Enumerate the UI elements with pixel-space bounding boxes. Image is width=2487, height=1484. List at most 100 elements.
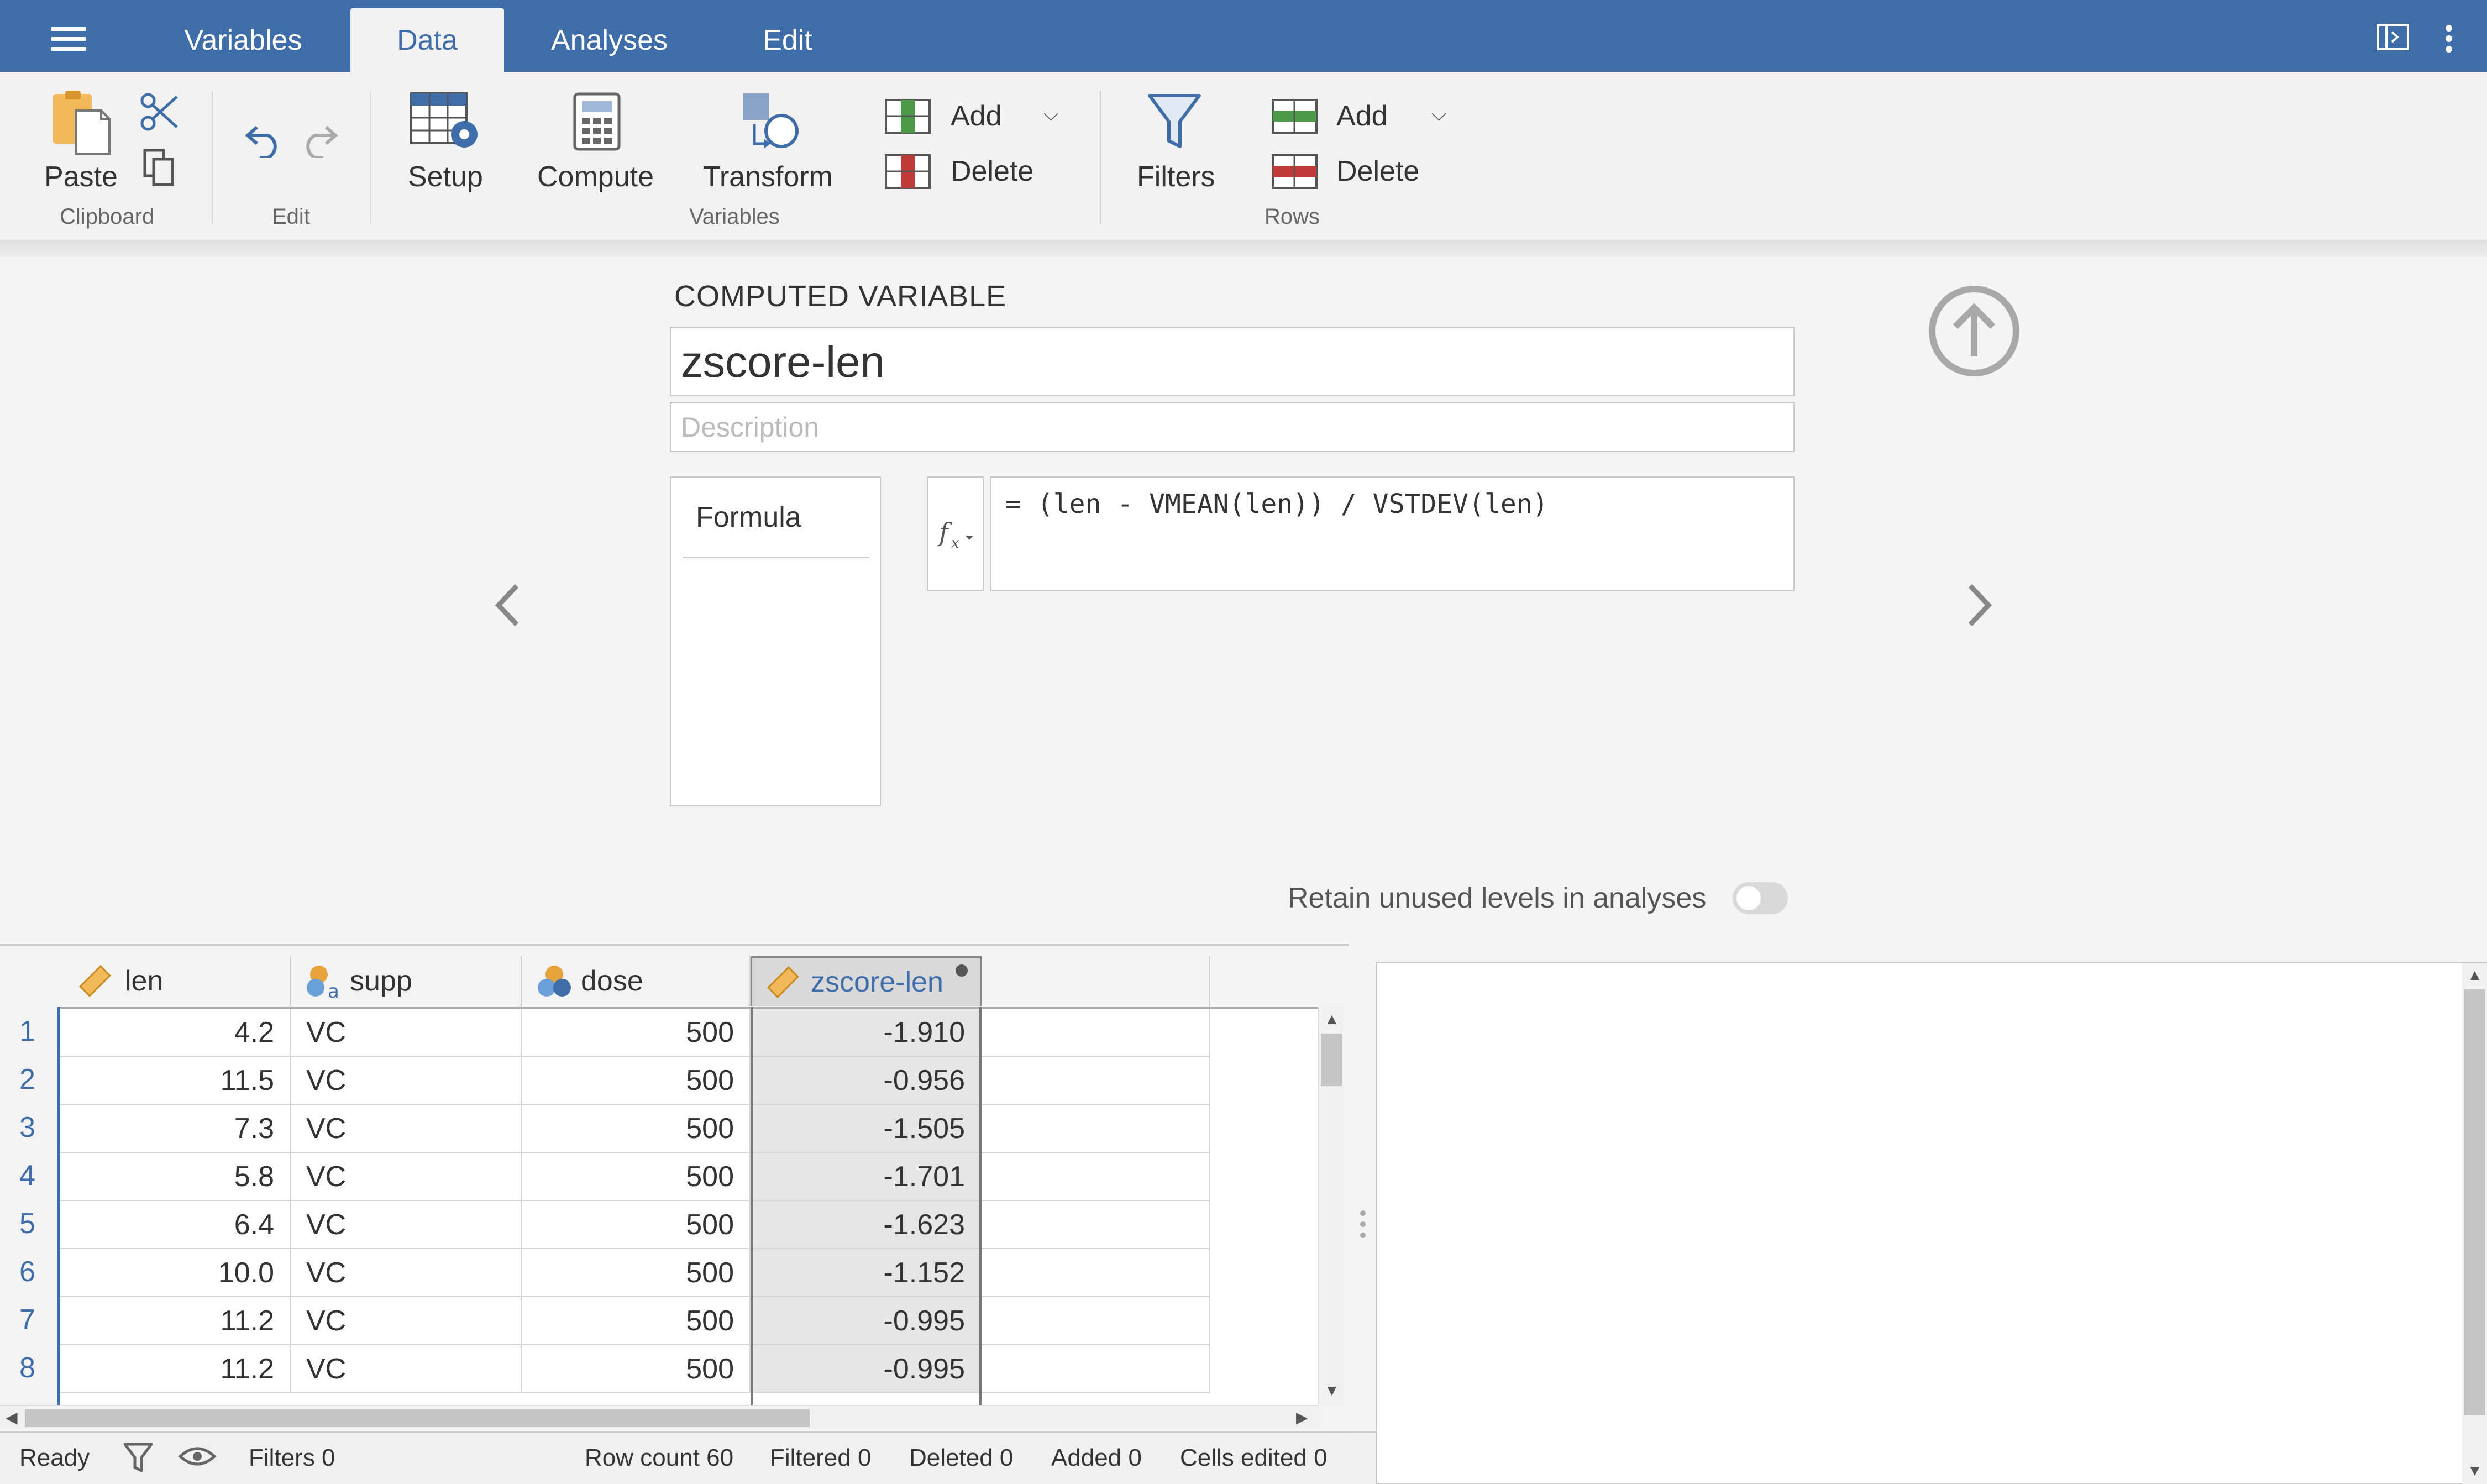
column-header-empty[interactable] xyxy=(982,956,1210,1006)
row-number[interactable]: 2 xyxy=(0,1055,58,1103)
scroll-down-icon[interactable]: ▼ xyxy=(1324,1382,1340,1399)
cell-supp[interactable]: VC xyxy=(291,1057,522,1105)
results-scroll-thumb[interactable] xyxy=(2464,989,2485,1415)
hamburger-menu-icon[interactable] xyxy=(44,19,94,58)
tab-variables[interactable]: Variables xyxy=(160,8,326,72)
cell-empty[interactable] xyxy=(982,1009,1210,1057)
cell-supp[interactable]: VC xyxy=(291,1105,522,1153)
compute-label[interactable]: Compute xyxy=(537,160,654,193)
formula-input[interactable]: = (len - VMEAN(len)) / VSTDEV(len) xyxy=(990,476,1795,591)
filters-label[interactable]: Filters xyxy=(1137,160,1215,193)
next-variable-icon[interactable] xyxy=(1956,575,2001,636)
cell-dose[interactable]: 500 xyxy=(522,1297,751,1345)
previous-variable-icon[interactable] xyxy=(486,575,531,636)
cell-zscore-len[interactable]: -0.995 xyxy=(751,1297,982,1345)
formula-list-item[interactable]: Formula xyxy=(696,501,801,534)
cell-zscore-len[interactable]: -1.623 xyxy=(751,1201,982,1249)
cell-zscore-len[interactable]: -1.505 xyxy=(751,1105,982,1153)
cell-len[interactable]: 11.2 xyxy=(60,1345,291,1393)
row-number[interactable]: 5 xyxy=(0,1199,58,1247)
tab-analyses[interactable]: Analyses xyxy=(525,8,694,72)
row-number[interactable]: 8 xyxy=(0,1344,58,1392)
column-header-zscore-len[interactable]: zscore-len xyxy=(751,956,982,1006)
cell-supp[interactable]: VC xyxy=(291,1153,522,1201)
cell-empty[interactable] xyxy=(982,1345,1210,1393)
cell-zscore-len[interactable]: -0.995 xyxy=(751,1345,982,1393)
cell-supp[interactable]: VC xyxy=(291,1009,522,1057)
cell-len[interactable]: 7.3 xyxy=(60,1105,291,1153)
cell-empty[interactable] xyxy=(982,1201,1210,1249)
grid-horizontal-scroll-thumb[interactable] xyxy=(25,1409,810,1427)
filters-funnel-icon[interactable] xyxy=(1147,91,1202,152)
add-row-icon[interactable] xyxy=(1271,98,1318,134)
cell-len[interactable]: 4.2 xyxy=(60,1009,291,1057)
cut-icon[interactable] xyxy=(138,91,180,133)
add-variable-icon[interactable] xyxy=(884,98,931,134)
cell-len[interactable]: 11.2 xyxy=(60,1297,291,1345)
cell-len[interactable]: 6.4 xyxy=(60,1201,291,1249)
transform-icon[interactable] xyxy=(741,91,801,155)
column-header-supp[interactable]: a supp xyxy=(291,956,522,1006)
cell-empty[interactable] xyxy=(982,1297,1210,1345)
copy-icon[interactable] xyxy=(143,148,176,187)
cell-empty[interactable] xyxy=(982,1249,1210,1297)
cell-dose[interactable]: 500 xyxy=(522,1009,751,1057)
cell-dose[interactable]: 500 xyxy=(522,1153,751,1201)
delete-row-label[interactable]: Delete xyxy=(1336,155,1419,188)
cell-supp[interactable]: VC xyxy=(291,1297,522,1345)
cell-supp[interactable]: VC xyxy=(291,1345,522,1393)
more-options-icon[interactable] xyxy=(2437,22,2459,55)
column-header-dose[interactable]: dose xyxy=(522,956,751,1006)
transform-label[interactable]: Transform xyxy=(703,160,833,193)
panel-splitter-handle[interactable] xyxy=(1349,944,1376,1484)
cell-dose[interactable]: 500 xyxy=(522,1201,751,1249)
cell-zscore-len[interactable]: -1.152 xyxy=(751,1249,982,1297)
chevron-down-icon[interactable]: ⌵ xyxy=(1431,102,1446,126)
cell-len[interactable]: 5.8 xyxy=(60,1153,291,1201)
paste-label[interactable]: Paste xyxy=(44,160,118,193)
row-number[interactable]: 4 xyxy=(0,1151,58,1199)
cell-len[interactable]: 11.5 xyxy=(60,1057,291,1105)
undo-icon[interactable] xyxy=(243,119,285,158)
filter-status-icon[interactable] xyxy=(122,1440,155,1473)
scroll-right-icon[interactable]: ▶ xyxy=(1296,1408,1308,1427)
cell-dose[interactable]: 500 xyxy=(522,1105,751,1153)
cell-supp[interactable]: VC xyxy=(291,1201,522,1249)
retain-unused-levels-toggle[interactable] xyxy=(1733,882,1788,914)
description-input[interactable] xyxy=(670,402,1795,452)
function-picker-button[interactable]: f x xyxy=(927,476,984,591)
cell-empty[interactable] xyxy=(982,1057,1210,1105)
delete-variable-label[interactable]: Delete xyxy=(951,155,1033,188)
delete-row-icon[interactable] xyxy=(1271,154,1318,190)
visibility-eye-icon[interactable] xyxy=(178,1444,217,1469)
row-number[interactable]: 7 xyxy=(0,1296,58,1344)
scroll-down-icon[interactable]: ▼ xyxy=(2467,1462,2483,1480)
setup-label[interactable]: Setup xyxy=(408,160,483,193)
cell-empty[interactable] xyxy=(982,1153,1210,1201)
chevron-down-icon[interactable]: ⌵ xyxy=(1043,102,1058,126)
redo-icon[interactable] xyxy=(298,119,340,158)
grid-vertical-scroll-thumb[interactable] xyxy=(1321,1034,1342,1086)
add-row-label[interactable]: Add xyxy=(1336,99,1388,133)
row-number[interactable]: 6 xyxy=(0,1247,58,1296)
compute-calculator-icon[interactable] xyxy=(572,91,622,152)
presentation-mode-icon[interactable] xyxy=(2376,23,2410,51)
setup-icon[interactable] xyxy=(409,91,484,152)
column-header-len[interactable]: len xyxy=(60,956,291,1006)
cell-zscore-len[interactable]: -1.701 xyxy=(751,1153,982,1201)
cell-zscore-len[interactable]: -1.910 xyxy=(751,1009,982,1057)
row-number[interactable]: 3 xyxy=(0,1103,58,1151)
paste-icon[interactable] xyxy=(49,88,112,155)
scroll-left-icon[interactable]: ◀ xyxy=(6,1408,18,1427)
tab-data[interactable]: Data xyxy=(350,8,504,72)
cell-dose[interactable]: 500 xyxy=(522,1249,751,1297)
row-number[interactable]: 1 xyxy=(0,1007,58,1055)
add-variable-label[interactable]: Add xyxy=(951,99,1002,133)
collapse-up-icon[interactable] xyxy=(1928,285,2021,377)
cell-dose[interactable]: 500 xyxy=(522,1057,751,1105)
scroll-up-icon[interactable]: ▲ xyxy=(2467,966,2483,984)
cell-empty[interactable] xyxy=(982,1105,1210,1153)
scroll-up-icon[interactable]: ▲ xyxy=(1324,1010,1340,1028)
cell-supp[interactable]: VC xyxy=(291,1249,522,1297)
delete-variable-icon[interactable] xyxy=(884,154,931,190)
